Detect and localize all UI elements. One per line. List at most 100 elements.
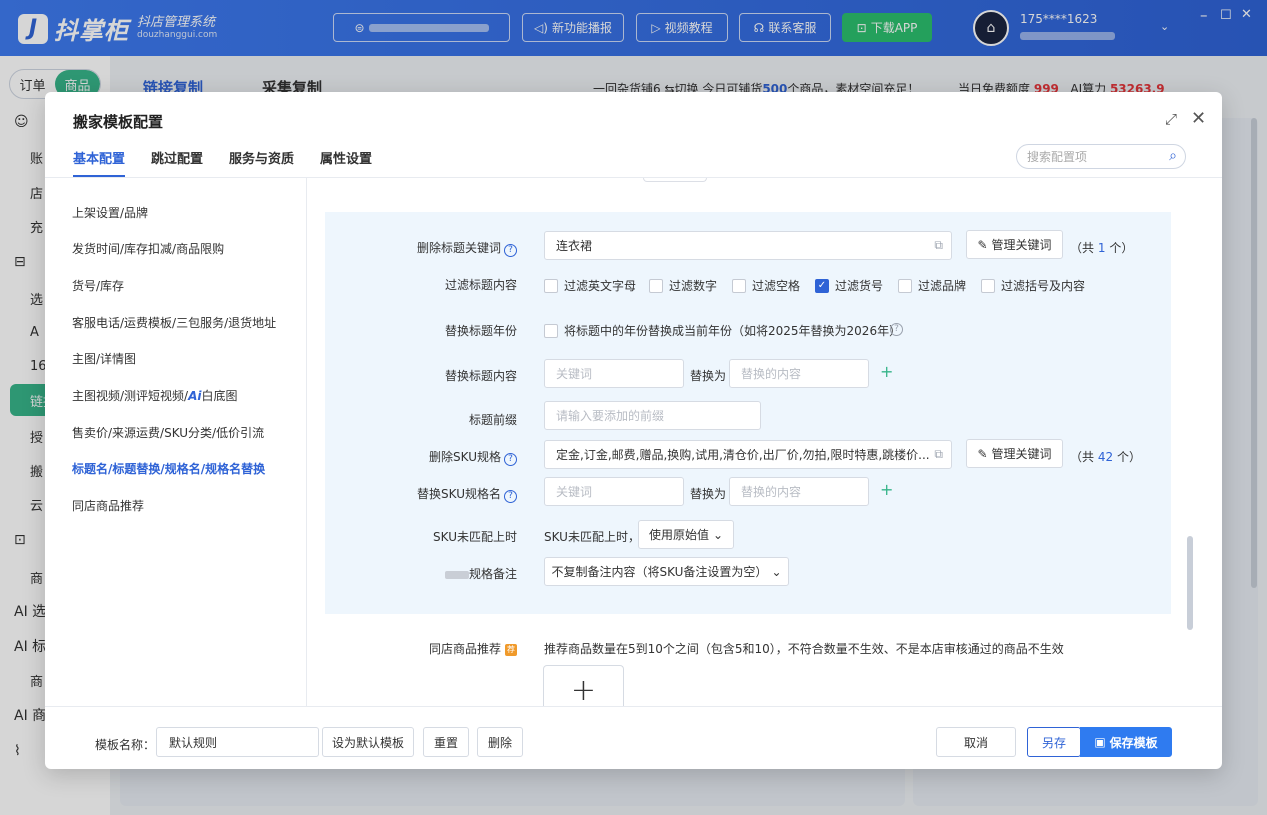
save-template-label: 保存模板 — [1109, 735, 1158, 750]
edit-icon: ✎ — [977, 237, 988, 252]
search-icon[interactable]: ⌕ — [1169, 148, 1177, 164]
nav-title-spec[interactable]: 标题名/标题替换/规格名/规格名替换 — [72, 460, 265, 477]
checkbox-box — [898, 278, 912, 293]
set-default-button[interactable]: 设为默认模板 — [322, 727, 414, 757]
nav-video-text: 主图视频/测评短视频/ — [72, 389, 189, 403]
count1-num: 1 — [1097, 241, 1106, 255]
spec-note-value: 不复制备注内容（将SKU备注设置为空） — [551, 565, 768, 579]
manage-sku-kw-button[interactable]: ✎ 管理关键词 — [966, 439, 1063, 468]
manage-title-kw-button[interactable]: ✎ 管理关键词 — [966, 230, 1063, 259]
filter-sku-code-checkbox[interactable]: ✓ 过滤货号 — [815, 277, 883, 294]
checkbox-box — [981, 278, 995, 293]
tab-service-qualification[interactable]: 服务与资质 — [229, 148, 294, 177]
same-store-hint: 推荐商品数量在5到10个之间（包含5和10），不符合数量不生效、不是本店审核通过… — [544, 642, 1064, 656]
filter-digits-checkbox[interactable]: 过滤数字 — [649, 277, 717, 294]
manage-kw-label: 管理关键词 — [991, 238, 1052, 252]
tab-basic-config[interactable]: 基本配置 — [73, 148, 126, 177]
delete-button[interactable]: 删除 — [477, 727, 523, 757]
sku-unmatched-label: SKU未匹配上时 — [433, 530, 517, 544]
count2-suffix: 个） — [1116, 450, 1141, 464]
check-icon: ✓ — [815, 278, 829, 293]
chevron-down-icon: ⌄ — [712, 527, 724, 542]
nav-video-ai-white-bg[interactable]: 主图视频/测评短视频/Ai白底图 — [72, 387, 238, 404]
cancel-button[interactable]: 取消 — [936, 727, 1016, 757]
nav-listing-brand[interactable]: 上架设置/品牌 — [72, 204, 148, 221]
sku-unmatched-select[interactable]: 使用原始值 ⌄ — [638, 520, 734, 549]
replace-sku-kw-input[interactable]: 关键词 — [544, 477, 684, 506]
help-icon[interactable]: ? — [890, 323, 903, 336]
add-row-icon[interactable]: + — [880, 362, 893, 381]
del-title-kw-label: 删除标题关键词? — [317, 239, 517, 257]
checkbox-box — [544, 278, 558, 293]
add-recommend-button[interactable]: + — [543, 665, 624, 706]
spec-note-select[interactable]: 不复制备注内容（将SKU备注设置为空） ⌄ — [544, 557, 789, 586]
template-config-modal: 搬家模板配置 ⤢ ✕ 基本配置 跳过配置 服务与资质 属性设置 搜索配置项 ⌕ … — [45, 92, 1222, 769]
nav-same-store[interactable]: 同店商品推荐 — [72, 497, 144, 514]
content-scrollbar[interactable] — [1187, 536, 1193, 630]
del-title-kw-text: 删除标题关键词 — [416, 241, 501, 255]
nav-service-freight[interactable]: 客服电话/运费模板/三包服务/退货地址 — [72, 314, 276, 331]
checkbox-box — [732, 278, 746, 293]
add-row-icon[interactable]: + — [880, 480, 893, 499]
modal-footer: 模板名称： 默认规则 设为默认模板 重置 删除 取消 另存 ▣ 保存模板 — [45, 706, 1222, 769]
nav-sku-code-stock[interactable]: 货号/库存 — [72, 277, 124, 294]
fullscreen-icon[interactable]: ⤢ — [1165, 110, 1177, 128]
replace-title-kw-input[interactable]: 关键词 — [544, 359, 684, 388]
del-title-kw-value: 连衣裙 — [556, 239, 593, 253]
count2-prefix: （共 — [1070, 450, 1095, 464]
prefix-input[interactable]: 请输入要添加的前缀 — [544, 401, 761, 430]
tab-skip-config[interactable]: 跳过配置 — [151, 148, 203, 177]
redacted-label — [444, 570, 469, 579]
filter-sku-code-label: 过滤货号 — [835, 279, 884, 293]
checkbox-box — [544, 323, 558, 338]
copy-icon[interactable]: ⧉ — [934, 238, 943, 253]
sku-kw-count: （共 42 个） — [1070, 448, 1141, 465]
del-sku-value: 定金,订金,邮费,赠品,换购,试用,清仓价,出厂价,勿拍,限时特惠,跳楼价... — [556, 448, 930, 462]
close-icon[interactable]: ✕ — [1191, 108, 1206, 129]
copy-icon[interactable]: ⧉ — [934, 447, 943, 462]
count1-prefix: （共 — [1070, 241, 1095, 255]
same-store-text: 同店商品推荐 — [428, 642, 501, 656]
del-title-kw-input[interactable]: 连衣裙 ⧉ — [544, 231, 952, 260]
reset-button[interactable]: 重置 — [423, 727, 469, 757]
nav-main-detail-images[interactable]: 主图/详情图 — [72, 350, 136, 367]
count2-num: 42 — [1097, 450, 1114, 464]
replace-sku-label: 替换SKU规格名? — [317, 485, 517, 503]
filter-brackets-checkbox[interactable]: 过滤括号及内容 — [981, 277, 1085, 294]
del-sku-input[interactable]: 定金,订金,邮费,赠品,换购,试用,清仓价,出厂价,勿拍,限时特惠,跳楼价...… — [544, 440, 952, 469]
same-store-label: 同店商品推荐荐 — [317, 640, 517, 657]
filter-brand-checkbox[interactable]: 过滤品牌 — [898, 277, 966, 294]
replace-title-value-input[interactable]: 替换的内容 — [729, 359, 869, 388]
spec-note-label: 规格备注 — [317, 565, 517, 582]
config-content: 删除标题关键词? 连衣裙 ⧉ ✎ 管理关键词 （共 1 个） 过滤标题内容 过滤英… — [307, 178, 1222, 706]
hot-icon: 荐 — [505, 643, 517, 656]
collapsed-control — [643, 178, 707, 182]
tab-attribute-settings[interactable]: 属性设置 — [320, 148, 372, 177]
replace-to-text: 替换为 — [690, 487, 727, 501]
replace-title-label: 替换标题内容 — [444, 369, 517, 383]
filter-space-checkbox[interactable]: 过滤空格 — [732, 277, 800, 294]
sku-unmatched-text: SKU未匹配上时， — [544, 530, 640, 544]
save-as-button[interactable]: 另存 — [1027, 727, 1081, 757]
help-icon[interactable]: ? — [504, 453, 517, 466]
config-search-input[interactable]: 搜索配置项 ⌕ — [1016, 144, 1186, 169]
checkbox-box — [649, 278, 663, 293]
nav-white-bg-text: 白底图 — [201, 389, 238, 403]
template-name-input[interactable]: 默认规则 — [156, 727, 319, 757]
nav-price-freight[interactable]: 售卖价/来源运费/SKU分类/低价引流 — [72, 424, 264, 441]
replace-year-checkbox[interactable]: 将标题中的年份替换成当前年份（如将2025年替换为2026年） — [544, 322, 901, 339]
count1-suffix: 个） — [1109, 241, 1134, 255]
replace-year-label: 替换标题年份 — [444, 324, 517, 338]
replace-sku-text: 替换SKU规格名 — [417, 487, 501, 501]
help-icon[interactable]: ? — [504, 244, 517, 257]
sku-unmatched-value: 使用原始值 — [648, 528, 709, 542]
filter-english-checkbox[interactable]: 过滤英文字母 — [544, 277, 636, 294]
save-template-button[interactable]: ▣ 保存模板 — [1080, 727, 1172, 757]
manage-kw-label: 管理关键词 — [991, 447, 1052, 461]
modal-tabs: 基本配置 跳过配置 服务与资质 属性设置 — [73, 148, 372, 177]
replace-sku-value-input[interactable]: 替换的内容 — [729, 477, 869, 506]
nav-shipping-stock[interactable]: 发货时间/库存扣减/商品限购 — [72, 240, 224, 257]
config-nav: 上架设置/品牌 发货时间/库存扣减/商品限购 货号/库存 客服电话/运费模板/三… — [45, 178, 307, 706]
spec-note-text: 规格备注 — [468, 567, 517, 581]
help-icon[interactable]: ? — [504, 490, 517, 503]
